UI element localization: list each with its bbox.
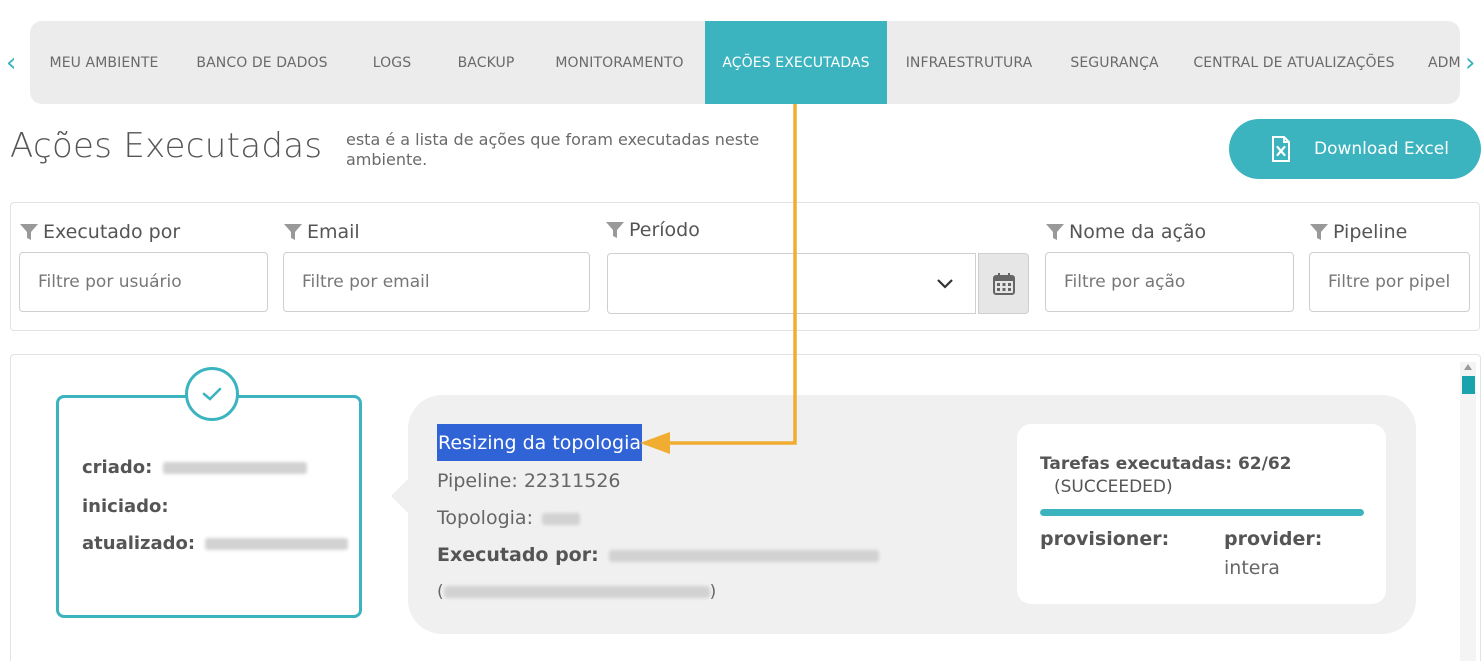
tab-monitoramento[interactable]: MONITORAMENTO [534, 21, 705, 104]
tasks-executed: Tarefas executadas: 62/62 [1040, 454, 1292, 474]
nav-prev-icon[interactable]: ‹ [6, 50, 16, 76]
pipeline-input[interactable]: Filtre por pipel [1309, 252, 1470, 312]
main-nav: MEU AMBIENTE BANCO DE DADOS LOGS BACKUP … [30, 21, 1460, 104]
check-icon [202, 387, 222, 401]
calendar-button[interactable] [978, 253, 1029, 314]
filter-pipeline-label: Pipeline [1309, 221, 1407, 243]
chevron-down-icon [937, 279, 953, 289]
tasks-progress-bar [1040, 509, 1364, 516]
excel-file-icon [1272, 136, 1290, 162]
bubble-pointer [391, 478, 409, 514]
tab-infraestrutura[interactable]: INFRAESTRUTURA [887, 21, 1051, 104]
tab-banco-de-dados[interactable]: BANCO DE DADOS [178, 21, 346, 104]
tab-central-de-atualizacoes[interactable]: CENTRAL DE ATUALIZAÇÕES [1178, 21, 1410, 104]
executado-por-value-redacted [608, 549, 879, 562]
topologia-value-redacted [542, 512, 581, 525]
tab-backup[interactable]: BACKUP [438, 21, 534, 104]
filter-icon [284, 224, 302, 240]
iniciado-label: iniciado: [82, 496, 169, 517]
pipeline-row: Pipeline: 22311526 [437, 470, 621, 492]
email-value-redacted [443, 586, 710, 598]
scroll-thumb[interactable] [1462, 376, 1475, 394]
tab-logs[interactable]: LOGS [346, 21, 438, 104]
filter-icon [1046, 224, 1064, 240]
executado-por-input[interactable]: Filtre por usuário [19, 252, 268, 312]
criado-row: criado: [82, 457, 307, 478]
iniciado-row: iniciado: [82, 496, 169, 517]
atualizado-value-redacted [205, 538, 349, 550]
filter-periodo-label: Período [605, 219, 700, 241]
page-description: esta é a lista de ações que foram execut… [346, 130, 760, 169]
download-excel-button[interactable]: Download Excel [1229, 119, 1481, 179]
scroll-up-icon[interactable] [1464, 364, 1472, 370]
tab-acoes-executadas[interactable]: AÇÕES EXECUTADAS [705, 21, 887, 104]
calendar-icon [992, 272, 1015, 295]
action-name: Resizing da topologia [437, 424, 642, 461]
provider-value: intera [1224, 557, 1280, 579]
provisioner-label: provisioner: [1040, 528, 1170, 550]
provider-label: provider: [1224, 528, 1323, 550]
criado-value-redacted [162, 462, 307, 474]
email-input[interactable]: Filtre por email [283, 252, 590, 312]
page-title: Ações Executadas [10, 126, 323, 166]
nome-acao-input[interactable]: Filtre por ação [1045, 252, 1294, 312]
download-excel-label: Download Excel [1314, 139, 1449, 159]
tasks-status: (SUCCEEDED) [1054, 477, 1173, 497]
status-indicator [185, 367, 239, 421]
filter-icon [1310, 224, 1328, 240]
periodo-select[interactable] [607, 253, 976, 314]
atualizado-row: atualizado: [82, 533, 349, 554]
executado-por-row: Executado por: [437, 544, 879, 566]
filter-nome-acao-label: Nome da ação [1045, 221, 1206, 243]
pipeline-value: 22311526 [523, 470, 621, 492]
nav-next-icon[interactable]: › [1465, 50, 1475, 76]
tab-meu-ambiente[interactable]: MEU AMBIENTE [30, 21, 178, 104]
scrollbar[interactable] [1460, 362, 1476, 661]
tab-seguranca[interactable]: SEGURANÇA [1051, 21, 1178, 104]
filter-icon [606, 222, 624, 238]
criado-label: criado: [82, 457, 153, 478]
tab-adm[interactable]: ADM [1428, 21, 1460, 104]
filter-executado-por-label: Executado por [19, 221, 180, 243]
filter-icon [20, 224, 38, 240]
filter-email-label: Email [283, 221, 360, 243]
atualizado-label: atualizado: [82, 533, 196, 554]
topologia-row: Topologia: [437, 507, 581, 529]
tasks-progress-fill [1040, 509, 1364, 516]
email-row: () [437, 582, 717, 602]
